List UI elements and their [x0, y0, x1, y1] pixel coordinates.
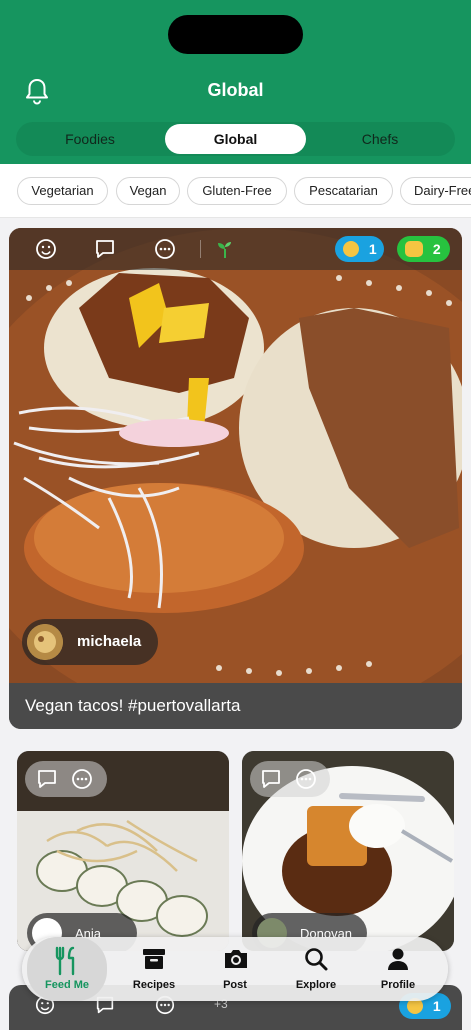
tab-label: Profile: [380, 979, 416, 991]
reaction-badge-relieved[interactable]: 1: [335, 236, 384, 262]
reaction-count: 1: [368, 241, 377, 257]
tab-label: Explore: [295, 979, 337, 991]
archive-box-icon: [143, 949, 165, 969]
tab-chefs[interactable]: Chefs: [312, 124, 448, 154]
post-card[interactable]: Ania: [17, 751, 229, 951]
post-author-name: michaela: [77, 633, 142, 650]
more-options-icon[interactable]: [70, 767, 94, 791]
tab-explore[interactable]: Explore: [276, 937, 356, 1001]
dynamic-island: [168, 15, 303, 54]
tab-post[interactable]: Post: [195, 937, 275, 1001]
avatar: [27, 624, 63, 660]
bottom-tab-bar: Feed Me Recipes Post Explore Profile: [22, 937, 448, 1001]
post-card[interactable]: 1 2 michaela Vegan tacos! #puertovallart…: [9, 228, 462, 729]
post-author-chip[interactable]: michaela: [22, 619, 158, 665]
comment-icon[interactable]: [259, 767, 283, 791]
tab-label: Feed Me: [44, 979, 89, 991]
filter-chip-dairy-free[interactable]: Dairy-Free: [400, 177, 471, 205]
more-options-icon[interactable]: [294, 767, 318, 791]
app-header: Global Foodies Global Chefs: [0, 0, 471, 164]
camera-icon: [225, 950, 247, 968]
post-card[interactable]: Donovan: [242, 751, 454, 951]
post-action-bar: [25, 761, 107, 797]
tab-profile[interactable]: Profile: [358, 937, 438, 1001]
post-photo-tacos[interactable]: [9, 228, 462, 683]
more-options-icon[interactable]: [153, 237, 177, 261]
post-action-bar: [250, 761, 330, 797]
filter-chip-vegan[interactable]: Vegan: [116, 177, 180, 205]
feed-segment-control: Foodies Global Chefs: [16, 122, 455, 156]
filter-chip-gluten-free[interactable]: Gluten-Free: [187, 177, 287, 205]
comment-icon[interactable]: [93, 237, 117, 261]
tab-label: Post: [223, 979, 247, 991]
smiley-reaction-icon[interactable]: [34, 237, 58, 261]
diet-filter-bar: Vegetarian Vegan Gluten-Free Pescatarian…: [0, 164, 471, 218]
tab-label: Recipes: [132, 979, 176, 991]
person-icon: [388, 948, 408, 970]
comment-icon[interactable]: [35, 767, 59, 791]
magnifier-icon: [305, 948, 328, 971]
reaction-count: 2: [432, 241, 441, 257]
clapping-hands-icon: [405, 241, 423, 257]
divider: [200, 240, 201, 258]
page-title: Global: [207, 80, 264, 100]
filter-chip-vegetarian[interactable]: Vegetarian: [17, 177, 108, 205]
tab-foodies[interactable]: Foodies: [22, 124, 158, 154]
post-caption: Vegan tacos! #puertovallarta: [9, 683, 462, 729]
tab-recipes[interactable]: Recipes: [114, 937, 194, 1001]
relieved-face-icon: [343, 241, 359, 257]
post-action-bar: 1 2: [9, 228, 462, 270]
tab-global[interactable]: Global: [165, 124, 306, 154]
sprout-icon[interactable]: [213, 237, 237, 261]
reaction-badge-clap[interactable]: 2: [397, 236, 450, 262]
fork-knife-icon: [55, 946, 75, 976]
filter-chip-pescatarian[interactable]: Pescatarian: [294, 177, 393, 205]
tab-feed-me[interactable]: Feed Me: [27, 937, 107, 1001]
